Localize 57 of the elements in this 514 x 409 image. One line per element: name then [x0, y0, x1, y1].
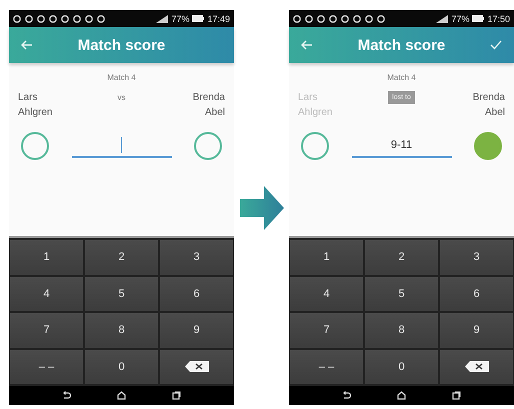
screen-title: Match score: [356, 36, 446, 54]
versus-label: vs: [118, 93, 126, 102]
backspace-icon: [464, 361, 488, 372]
signal-icon: [156, 14, 168, 22]
keypad-key[interactable]: 8: [85, 313, 158, 348]
keypad-key[interactable]: 9: [440, 313, 513, 348]
recent-apps-icon[interactable]: [452, 391, 461, 400]
score-input-field[interactable]: 9-11: [352, 134, 452, 158]
keypad-key[interactable]: 7: [10, 313, 83, 348]
keypad-key[interactable]: – –: [290, 350, 363, 384]
keypad-key[interactable]: 4: [10, 276, 83, 311]
score-input-field[interactable]: [72, 134, 172, 158]
match-label: Match 4: [106, 73, 137, 82]
back-arrow-icon: [21, 40, 33, 50]
checkmark-icon: [490, 40, 502, 50]
keypad-key[interactable]: 2: [85, 240, 158, 274]
back-icon[interactable]: [342, 391, 351, 400]
keypad-key[interactable]: 4: [290, 276, 363, 311]
keypad-key[interactable]: 6: [440, 276, 513, 311]
keypad-key[interactable]: 9: [160, 313, 233, 348]
player-name: Lars Ahlgren: [18, 91, 54, 120]
keypad-key[interactable]: 7: [290, 313, 363, 348]
clock-time: 17:50: [487, 14, 510, 24]
keypad-key[interactable]: 2: [365, 240, 438, 274]
keypad-key[interactable]: 3: [440, 240, 513, 274]
battery-percent: 77%: [171, 14, 190, 24]
signal-icon: [436, 14, 448, 22]
keypad-key[interactable]: 6: [160, 276, 233, 311]
keypad-key[interactable]: – –: [10, 350, 83, 384]
battery-icon: [472, 15, 484, 22]
battery-percent: 77%: [451, 14, 470, 24]
right-arrow-icon: [240, 186, 284, 230]
home-icon[interactable]: [117, 391, 126, 400]
keypad-key[interactable]: 1: [10, 240, 83, 274]
back-icon[interactable]: [62, 391, 71, 400]
backspace-icon: [184, 361, 208, 372]
keypad-key[interactable]: 0: [85, 350, 158, 384]
backspace-key[interactable]: [440, 350, 513, 384]
clock-time: 17:49: [207, 14, 230, 24]
keypad-key[interactable]: 5: [365, 276, 438, 311]
battery-icon: [192, 15, 204, 22]
keypad-key[interactable]: 5: [85, 276, 158, 311]
backspace-key[interactable]: [160, 350, 233, 384]
keypad-key[interactable]: 8: [365, 313, 438, 348]
player-name: Lars Ahlgren: [298, 91, 334, 120]
home-icon[interactable]: [397, 391, 406, 400]
keypad-key[interactable]: 0: [365, 350, 438, 384]
player-name: Brenda Abel: [192, 91, 225, 120]
player-name: Brenda Abel: [472, 91, 505, 120]
recent-apps-icon[interactable]: [172, 391, 181, 400]
text-cursor: [121, 137, 122, 153]
back-arrow-icon: [301, 40, 313, 50]
keypad-key[interactable]: 1: [290, 240, 363, 274]
match-label: Match 4: [386, 73, 417, 82]
screen-title: Match score: [76, 36, 166, 54]
score-value: 9-11: [390, 139, 412, 151]
keypad-key[interactable]: 3: [160, 240, 233, 274]
